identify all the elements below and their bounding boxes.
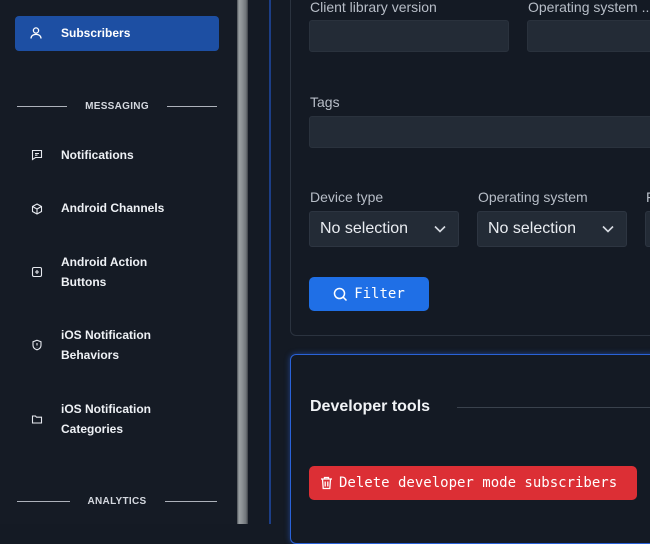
shield-icon: [32, 339, 42, 351]
device-type-value: No selection: [320, 220, 409, 237]
operating-system-label: Operating system: [478, 189, 588, 205]
divider: [17, 500, 70, 502]
sidebar-item-subscribers[interactable]: Subscribers: [15, 16, 219, 51]
operating-system-version-label: Operating system ...: [528, 0, 650, 15]
section-header-messaging: MESSAGING: [17, 99, 218, 113]
sidebar-item-label: Android Channels: [61, 201, 165, 215]
sidebar-item-android-channels[interactable]: Android Channels: [0, 197, 237, 219]
search-icon: [333, 287, 348, 301]
trash-icon: [321, 476, 332, 490]
divider: [164, 500, 218, 502]
third-filter-label: F: [646, 189, 650, 205]
operating-system-value: No selection: [488, 220, 577, 237]
filter-button-label: Filter: [354, 286, 405, 302]
sidebar-item-ios-notification-categories[interactable]: iOS Notification Categories: [0, 398, 237, 440]
plus-square-icon: [31, 266, 43, 278]
content-border: [269, 0, 271, 524]
device-type-label: Device type: [310, 189, 384, 205]
resize-handle[interactable]: [237, 0, 248, 524]
tags-label: Tags: [310, 94, 340, 110]
operating-system-select[interactable]: No selection: [477, 211, 627, 247]
section-title: MESSAGING: [85, 100, 149, 112]
divider: [166, 105, 218, 107]
developer-tools-card: [290, 354, 650, 544]
divider: [17, 105, 68, 107]
sidebar-item-label: Subscribers: [61, 26, 131, 40]
chevron-down-icon: [602, 225, 614, 233]
folder-icon: [31, 415, 43, 424]
sidebar-item-notifications[interactable]: Notifications: [0, 144, 237, 166]
tags-input[interactable]: [309, 116, 650, 148]
sidebar-item-ios-notification-behaviors[interactable]: iOS Notification Behaviors: [0, 324, 237, 366]
cube-icon: [31, 203, 43, 215]
section-title: ANALYTICS: [87, 495, 147, 507]
developer-tools-title: Developer tools: [310, 398, 431, 415]
sidebar: Subscribers MESSAGING Notifications Andr…: [0, 0, 237, 524]
divider: [457, 407, 650, 408]
sidebar-item-label: iOS Notification Categories: [61, 402, 151, 436]
delete-developer-subscribers-button[interactable]: Delete developer mode subscribers: [309, 466, 637, 500]
sidebar-item-label: Notifications: [61, 148, 134, 162]
sidebar-item-label: iOS Notification Behaviors: [61, 328, 151, 362]
sidebar-item-android-action-buttons[interactable]: Android Action Buttons: [0, 251, 237, 293]
client-library-version-input[interactable]: [309, 20, 509, 52]
third-filter-select[interactable]: [645, 211, 650, 247]
chevron-down-icon: [434, 225, 446, 233]
operating-system-version-input[interactable]: [527, 20, 650, 52]
user-icon: [30, 27, 42, 39]
sidebar-item-label: Android Action Buttons: [61, 255, 148, 289]
section-header-analytics: ANALYTICS: [17, 494, 218, 508]
delete-button-label: Delete developer mode subscribers: [339, 475, 618, 491]
client-library-version-label: Client library version: [310, 0, 437, 15]
filter-button[interactable]: Filter: [309, 277, 429, 311]
message-icon: [31, 149, 43, 161]
device-type-select[interactable]: No selection: [309, 211, 459, 247]
